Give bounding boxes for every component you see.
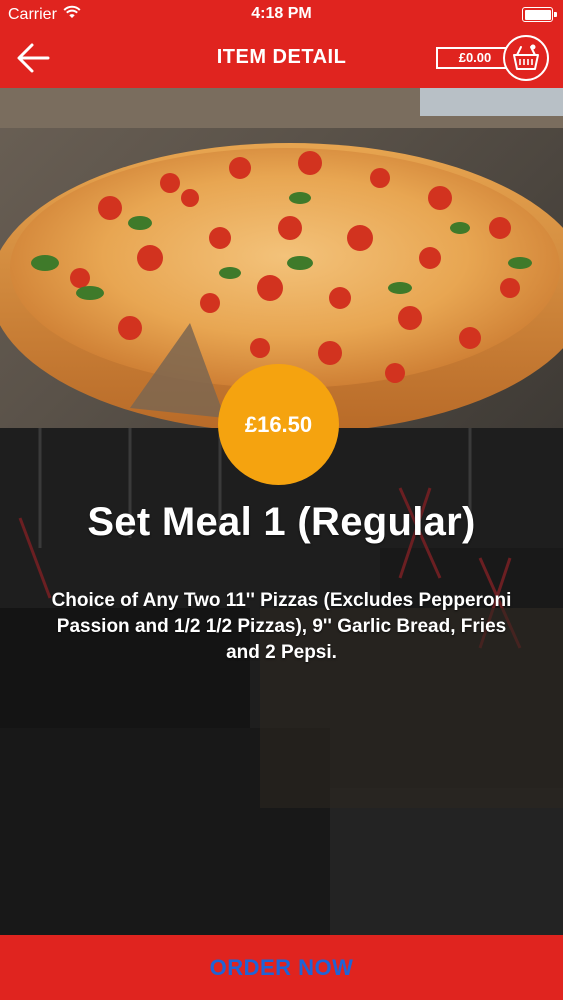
- item-title: Set Meal 1 (Regular): [87, 500, 476, 544]
- nav-bar: ITEM DETAIL £0.00: [0, 30, 563, 88]
- cart-button[interactable]: £0.00: [436, 35, 549, 81]
- status-bar: Carrier 4:18 PM: [0, 0, 563, 30]
- price-badge: £16.50: [218, 364, 339, 485]
- battery-icon: [522, 7, 557, 22]
- status-time: 4:18 PM: [251, 5, 312, 22]
- order-now-button[interactable]: ORDER NOW: [0, 935, 563, 1000]
- basket-icon: [503, 35, 549, 81]
- item-description: Choice of Any Two 11'' Pizzas (Excludes …: [51, 590, 512, 663]
